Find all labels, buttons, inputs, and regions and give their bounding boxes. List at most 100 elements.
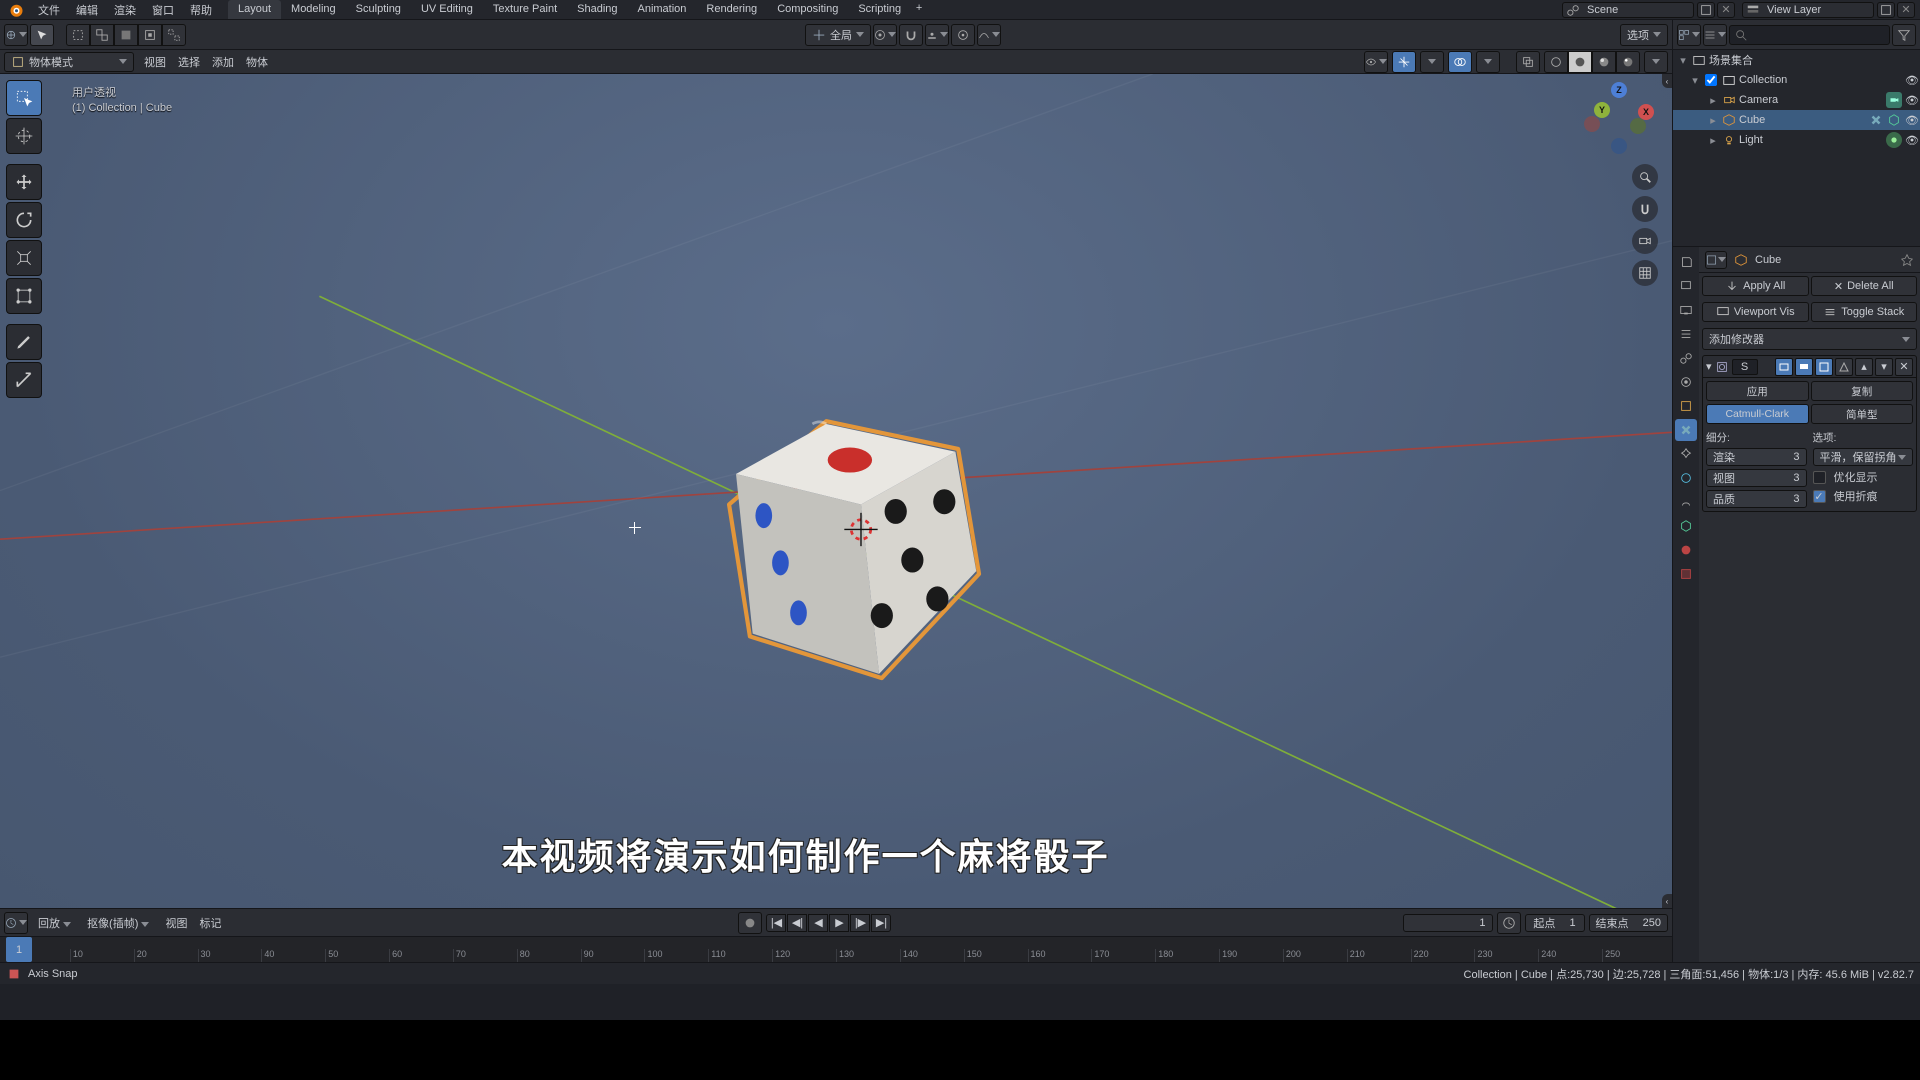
keyframe-next-button[interactable]: |▶ [850,914,870,932]
properties-tab-10[interactable] [1675,491,1697,513]
scene-browse-icon[interactable] [1563,3,1583,17]
tool-rotate[interactable] [6,202,42,238]
tool-measure[interactable] [6,362,42,398]
gizmo-toggle[interactable] [1392,51,1416,73]
workspace-tab-shading[interactable]: Shading [567,0,627,19]
modifier-name-input[interactable] [1732,359,1758,375]
viewport-menu-添加[interactable]: 添加 [206,51,240,73]
modifier-move-down[interactable]: ▾ [1875,358,1893,376]
pivot-button[interactable] [873,24,897,46]
current-frame-field[interactable]: 1 [1403,914,1493,932]
timeline-menu-标记[interactable]: 标记 [193,912,227,934]
object-mode-select[interactable]: 物体模式 [4,52,134,72]
use-preview-range[interactable] [1497,912,1521,934]
add-modifier-dropdown[interactable]: 添加修改器 [1702,328,1917,350]
workspace-tab-layout[interactable]: Layout [228,0,281,19]
jump-start-button[interactable]: |◀ [766,914,786,932]
select-mode-5[interactable] [162,24,186,46]
properties-tab-5[interactable] [1675,371,1697,393]
tool-scale[interactable] [6,240,42,276]
play-reverse-button[interactable]: ◀ [808,914,828,932]
tool-annotate[interactable] [6,324,42,360]
hide-toggle[interactable]: 👁 [1904,94,1920,107]
menu-窗口[interactable]: 窗口 [144,0,182,21]
use-crease-checkbox[interactable]: ✓使用折痕 [1813,488,1914,504]
viewport-levels-field[interactable]: 视图3 [1706,469,1807,487]
modifier-delete[interactable]: ✕ [1895,358,1913,376]
apply-all-button[interactable]: Apply All [1702,276,1809,296]
menu-帮助[interactable]: 帮助 [182,0,220,21]
subsurf-catmull-button[interactable]: Catmull-Clark [1706,404,1809,424]
properties-tab-4[interactable] [1675,347,1697,369]
select-mode-2[interactable] [90,24,114,46]
shading-solid[interactable] [1568,51,1592,73]
axis-neg-x[interactable] [1584,116,1600,132]
properties-tab-9[interactable] [1675,467,1697,489]
modifier-cage-toggle[interactable] [1835,358,1853,376]
viewport-menu-视图[interactable]: 视图 [138,51,172,73]
menu-渲染[interactable]: 渲染 [106,0,144,21]
outliner-filter-button[interactable] [1892,24,1916,46]
outliner-editor-type[interactable] [1677,24,1701,46]
properties-editor-type[interactable] [1705,251,1727,269]
shading-rendered[interactable] [1616,51,1640,73]
workspace-tab-rendering[interactable]: Rendering [696,0,767,19]
scene-name-input[interactable] [1583,3,1693,17]
workspace-tab-compositing[interactable]: Compositing [767,0,848,19]
timeline-menu-视图[interactable]: 视图 [159,912,193,934]
workspace-tab-texture-paint[interactable]: Texture Paint [483,0,567,19]
modifier-editmode-toggle[interactable] [1815,358,1833,376]
viewport-menu-物体[interactable]: 物体 [240,51,274,73]
properties-tab-11[interactable] [1675,515,1697,537]
uv-smooth-select[interactable]: 平滑，保留拐角 [1813,448,1914,466]
keyframe-prev-button[interactable]: ◀| [787,914,807,932]
properties-tab-13[interactable] [1675,563,1697,585]
mesh-data-icon[interactable] [1886,112,1902,128]
perspective-toggle-button[interactable] [1632,260,1658,286]
outliner-item-camera[interactable]: ▸ Camera 👁 [1673,90,1920,110]
pan-button[interactable] [1632,196,1658,222]
n-panel-reveal-bottom[interactable]: ‹ [1662,894,1672,908]
workspace-tab-sculpting[interactable]: Sculpting [346,0,411,19]
properties-tab-3[interactable] [1675,323,1697,345]
timeline-playback-menu[interactable]: 回放 [32,912,77,934]
modifier-move-up[interactable]: ▴ [1855,358,1873,376]
scene-selector[interactable] [1562,2,1694,18]
workspace-tab-animation[interactable]: Animation [628,0,697,19]
auto-keying-toggle[interactable] [738,912,762,934]
camera-data-icon[interactable] [1886,92,1902,108]
snap-mode[interactable] [925,24,949,46]
outliner-item-light[interactable]: ▸ Light 👁 [1673,130,1920,150]
modifier-apply-button[interactable]: 应用 [1706,381,1809,401]
shading-wireframe[interactable] [1544,51,1568,73]
hide-toggle[interactable]: 👁 [1904,114,1920,127]
select-mode-4[interactable] [138,24,162,46]
outliner-collection[interactable]: ▾ Collection 👁 [1673,70,1920,90]
camera-view-button[interactable] [1632,228,1658,254]
properties-tab-2[interactable] [1675,299,1697,321]
proportional-toggle[interactable] [951,24,975,46]
visibility-dropdown[interactable] [1364,51,1388,73]
pin-icon[interactable] [1900,253,1914,267]
select-mode-1[interactable] [66,24,90,46]
properties-tab-12[interactable] [1675,539,1697,561]
modifier-render-toggle[interactable] [1775,358,1793,376]
properties-tab-8[interactable] [1675,443,1697,465]
editor-type-button[interactable] [4,24,28,46]
timeline-editor-type[interactable] [4,912,28,934]
tool-transform[interactable] [6,278,42,314]
modifier-realtime-toggle[interactable] [1795,358,1813,376]
options-dropdown[interactable]: 选项 [1620,24,1668,46]
outliner-search[interactable] [1729,25,1890,45]
modifier-data-icon[interactable] [1868,112,1884,128]
tool-select[interactable] [6,80,42,116]
axis-y[interactable]: Y [1594,102,1610,118]
orientation-gizmo[interactable]: Z Y X [1580,82,1658,160]
outliner-item-cube[interactable]: ▸ Cube 👁 [1673,110,1920,130]
3d-viewport[interactable]: 用户透视 (1) Collection | Cube [0,74,1672,908]
menu-编辑[interactable]: 编辑 [68,0,106,21]
viewlayer-name-input[interactable] [1763,3,1873,17]
tool-select-box-button[interactable] [30,24,54,46]
workspace-tab-scripting[interactable]: Scripting [848,0,911,19]
axis-neg-z[interactable] [1611,138,1627,154]
